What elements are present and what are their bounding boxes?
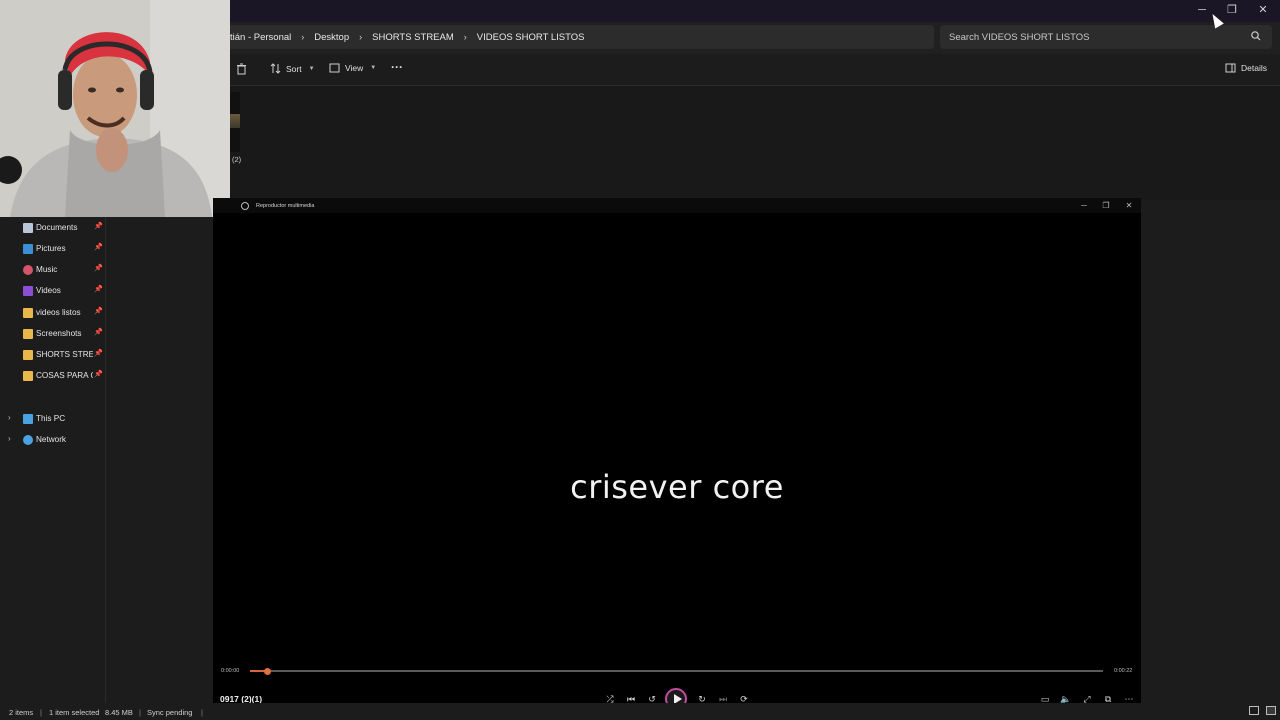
pin-icon: 📌 [94, 308, 103, 315]
chevron-down-icon: ▼ [370, 65, 377, 71]
details-pane-icon [1225, 63, 1236, 73]
total-time: 0:00:22 [1114, 668, 1133, 674]
player-title: Reproductor multimedia [256, 203, 315, 209]
selection-count: 1 item selected [49, 708, 100, 717]
sidebar-item-screenshots[interactable]: Screenshots 📌 [0, 324, 106, 344]
sidebar-item-label: Screenshots [36, 329, 82, 338]
sidebar-item-label: Music [36, 265, 58, 274]
sort-icon [270, 63, 281, 74]
sidebar-item-label: Documents [36, 223, 78, 232]
video-display[interactable] [213, 213, 1141, 663]
document-icon [23, 223, 33, 233]
computer-icon [23, 414, 33, 424]
sidebar-item-label: Videos [36, 286, 61, 295]
trash-icon [237, 63, 246, 75]
folder-icon [23, 371, 33, 381]
player-title-bar: Reproductor multimedia ─ ❐ ✕ [213, 198, 1141, 213]
pin-icon: 📌 [94, 329, 103, 336]
breadcrumb[interactable]: tián - Personal › Desktop › SHORTS STREA… [222, 25, 934, 49]
pin-icon: 📌 [94, 371, 103, 378]
videos-icon [23, 286, 33, 296]
sidebar-item-label: Network [36, 435, 67, 444]
status-bar: 2 items | 1 item selected 8.45 MB | Sync… [0, 703, 1280, 720]
seek-handle[interactable] [264, 668, 272, 675]
sidebar-item-cosas-para[interactable]: COSAS PARA CA 📌 [0, 366, 106, 386]
sort-label: Sort [286, 63, 302, 74]
current-time: 0:00:00 [221, 668, 240, 674]
sidebar-item-label: COSAS PARA CA [36, 371, 93, 380]
view-label: View [345, 63, 364, 73]
pin-icon: 📌 [94, 244, 103, 251]
breadcrumb-item-videos-short-listos[interactable]: VIDEOS SHORT LISTOS [477, 32, 585, 43]
sidebar-item-documents[interactable]: Documents 📌 [0, 218, 106, 238]
player-close-button[interactable]: ✕ [1122, 201, 1136, 210]
file-list-area[interactable] [230, 86, 1280, 200]
video-file-thumbnail[interactable] [230, 92, 240, 152]
chevron-down-icon: ▼ [308, 65, 315, 72]
folder-icon [23, 350, 33, 360]
music-icon [23, 265, 33, 275]
sync-status: Sync pending [147, 708, 193, 717]
details-view-toggle[interactable] [1249, 706, 1259, 715]
selection-size: 8.45 MB [105, 708, 133, 717]
sidebar-item-shorts-stream[interactable]: SHORTS STREAM 📌 [0, 345, 106, 365]
view-icon [329, 63, 340, 73]
search-icon [1251, 31, 1261, 41]
pin-icon: 📌 [94, 286, 103, 293]
chevron-right-icon[interactable]: › [8, 434, 11, 443]
pictures-icon [23, 244, 33, 254]
restore-button[interactable]: ❐ [1218, 2, 1246, 18]
folder-icon [23, 308, 33, 318]
pin-icon: 📌 [94, 350, 103, 357]
player-restore-button[interactable]: ❐ [1099, 201, 1113, 210]
status-separator: | [40, 708, 42, 717]
status-separator: | [139, 708, 141, 717]
pin-icon: 📌 [94, 265, 103, 272]
sidebar-item-label: SHORTS STREAM [36, 350, 93, 359]
seek-bar[interactable] [250, 670, 1103, 672]
sidebar-item-label: This PC [36, 414, 66, 423]
sidebar-item-music[interactable]: Music 📌 [0, 260, 106, 280]
video-caption-text: crisever core [570, 468, 784, 506]
breadcrumb-item-personal[interactable]: tián - Personal [230, 32, 291, 43]
status-separator: | [201, 708, 203, 717]
search-input[interactable]: Search VIDEOS SHORT LISTOS [940, 25, 1272, 49]
view-button[interactable]: View ▼ [329, 63, 376, 73]
sidebar-item-label: videos listos [36, 308, 81, 317]
navigation-pane: Documents 📌 Pictures 📌 Music 📌 Videos 📌 … [0, 216, 106, 706]
chevron-right-icon: › [359, 32, 363, 42]
delete-button[interactable] [236, 63, 247, 75]
sidebar-item-network[interactable]: › Network [0, 430, 106, 450]
more-options-button[interactable]: ··· [391, 60, 403, 74]
item-count: 2 items [9, 708, 34, 717]
details-button[interactable]: Details [1225, 63, 1267, 73]
details-label: Details [1241, 63, 1267, 73]
chevron-right-icon[interactable]: › [8, 413, 11, 422]
media-player-icon [241, 202, 249, 210]
pin-icon: 📌 [94, 223, 103, 230]
media-player-window[interactable]: Reproductor multimedia ─ ❐ ✕ crisever co… [213, 198, 1141, 720]
breadcrumb-item-desktop[interactable]: Desktop [314, 32, 349, 43]
sidebar-item-pictures[interactable]: Pictures 📌 [0, 239, 106, 259]
sort-button[interactable]: Sort ▼ [270, 63, 315, 74]
folder-icon [23, 329, 33, 339]
sidebar-item-this-pc[interactable]: › This PC [0, 409, 106, 429]
webcam-person-image [0, 0, 230, 217]
more-icon: ··· [391, 60, 403, 74]
breadcrumb-item-shorts-stream[interactable]: SHORTS STREAM [372, 32, 454, 43]
search-placeholder: Search VIDEOS SHORT LISTOS [949, 31, 1090, 43]
thumbnail-image [230, 114, 240, 128]
sidebar-item-videos[interactable]: Videos 📌 [0, 281, 106, 301]
chevron-right-icon: › [463, 32, 467, 42]
webcam-overlay [0, 0, 230, 217]
close-button[interactable]: ✕ [1249, 2, 1277, 18]
chevron-right-icon: › [301, 32, 305, 42]
sidebar-item-label: Pictures [36, 244, 66, 253]
tiles-view-toggle[interactable] [1266, 706, 1276, 715]
network-icon [23, 435, 33, 445]
sidebar-item-videos-listos[interactable]: videos listos 📌 [0, 303, 106, 323]
player-minimize-button[interactable]: ─ [1077, 201, 1091, 210]
file-name-label: (2) [232, 155, 242, 164]
